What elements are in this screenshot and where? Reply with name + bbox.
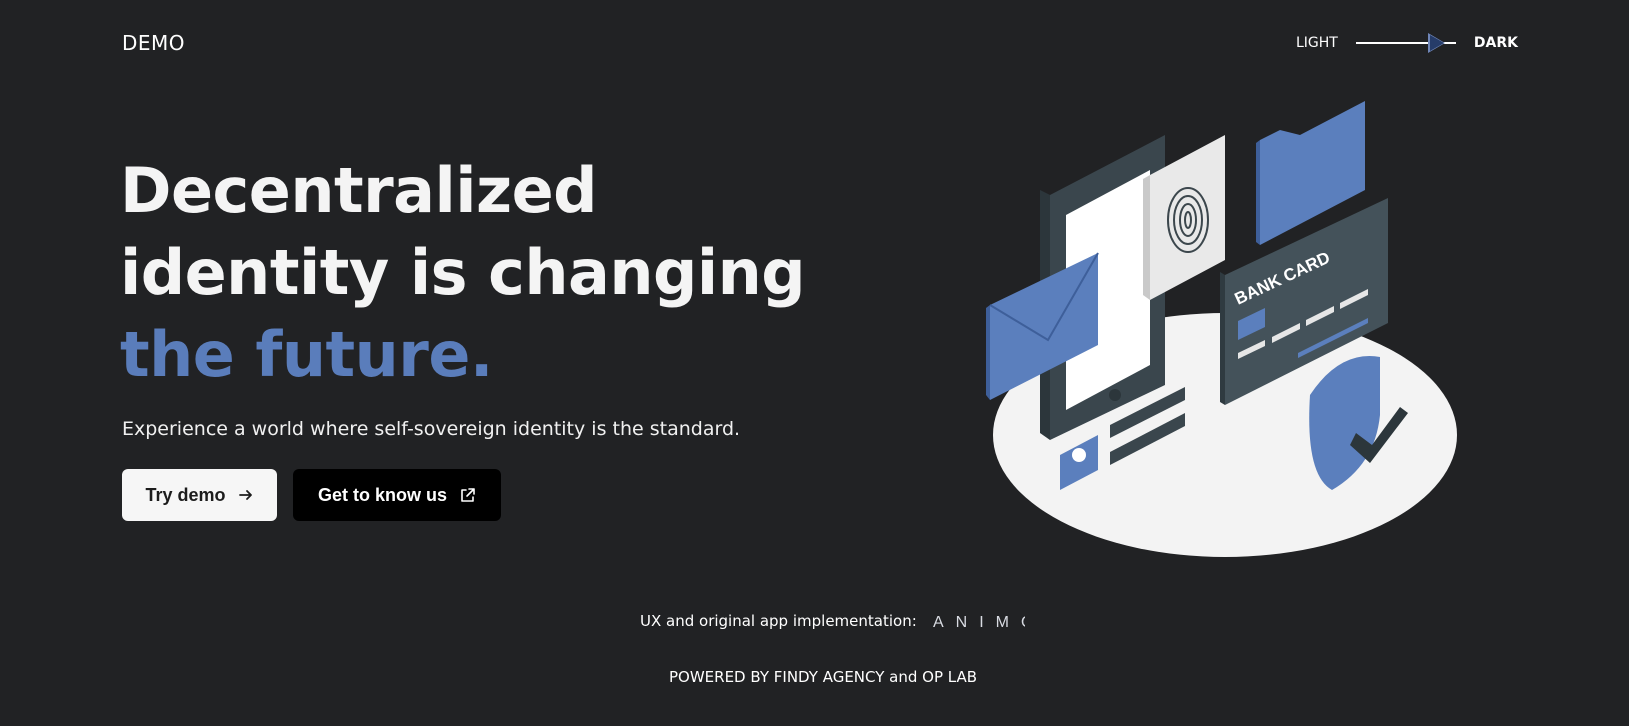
hero-title-accent: the future.: [120, 318, 493, 391]
try-demo-button[interactable]: Try demo: [122, 469, 277, 521]
arrow-right-icon: [238, 487, 254, 503]
theme-toggle[interactable]: LIGHT DARK: [1296, 33, 1518, 53]
theme-switch-track[interactable]: [1355, 33, 1456, 53]
theme-light-label[interactable]: LIGHT: [1296, 35, 1338, 51]
credits: UX and original app implementation: ANIM…: [640, 612, 1025, 630]
try-demo-label: Try demo: [145, 484, 226, 505]
theme-dark-label[interactable]: DARK: [1474, 35, 1518, 51]
hero-title: Decentralized identity is changing the f…: [120, 150, 806, 396]
external-link-icon: [459, 487, 476, 504]
animo-logo-text: ANIMO: [933, 614, 1025, 630]
theme-switch-knob[interactable]: [1429, 35, 1444, 51]
hero-title-line2: identity is changing: [120, 236, 806, 309]
get-to-know-us-button[interactable]: Get to know us: [293, 469, 501, 521]
landing-page: DEMO LIGHT DARK Decentralized identity i…: [0, 0, 1629, 726]
identity-illustration: BANK CARD: [980, 95, 1470, 565]
know-us-label: Get to know us: [317, 484, 447, 505]
powered-by: POWERED BY FINDY AGENCY and OP LAB: [669, 668, 978, 686]
hero-subtitle: Experience a world where self-sovereign …: [122, 418, 741, 440]
logo[interactable]: DEMO: [122, 31, 185, 55]
credits-label: UX and original app implementation:: [640, 612, 917, 630]
hero-title-line1: Decentralized: [120, 154, 598, 227]
animo-logo[interactable]: ANIMO: [933, 612, 1025, 630]
